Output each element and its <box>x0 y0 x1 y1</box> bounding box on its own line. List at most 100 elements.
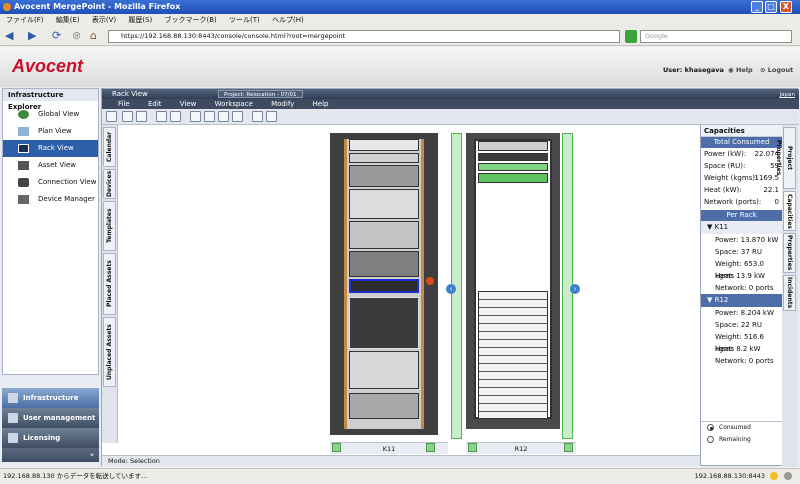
nav-label: Connection View <box>38 178 97 186</box>
rack-device[interactable] <box>478 173 548 183</box>
edit-icon[interactable] <box>122 111 133 122</box>
rack-device-blade-chassis[interactable] <box>478 291 548 419</box>
rv-menu-edit[interactable]: Edit <box>148 100 162 108</box>
rack-view-panel: Rack View Project: Relocation - 07/01 Ja… <box>101 88 799 467</box>
menu-edit[interactable]: 編集(E) <box>56 16 80 24</box>
rv-menu-workspace[interactable]: Workspace <box>215 100 253 108</box>
tab-project-properties[interactable]: Project Properties <box>775 127 796 189</box>
url-field[interactable]: https://192.168.88.130:8443/console/cons… <box>108 30 620 43</box>
rv-menu-file[interactable]: File <box>118 100 130 108</box>
accordion-licensing[interactable]: Licensing <box>2 428 99 448</box>
rv-menu-view[interactable]: View <box>180 100 197 108</box>
nav-label: Plan View <box>38 127 72 135</box>
rack-k11-prev-icon[interactable] <box>332 443 341 452</box>
rack-device[interactable] <box>349 153 419 163</box>
addon-icon[interactable] <box>784 472 792 480</box>
rack-device[interactable] <box>478 163 548 171</box>
pan-hand-icon[interactable] <box>266 111 277 122</box>
rack-device[interactable] <box>478 141 548 151</box>
tab-placed-assets[interactable]: Placed Assets <box>103 253 116 315</box>
tab-properties[interactable]: Properties <box>783 233 796 273</box>
help-label: Help <box>735 66 753 74</box>
menu-bookmarks[interactable]: ブックマーク(B) <box>165 16 217 24</box>
rack-r12-prev-icon[interactable] <box>468 443 477 452</box>
rack-k11-next-icon[interactable] <box>426 443 435 452</box>
status-text: 192.168.88.130 からデータを転送しています... <box>3 472 148 480</box>
nav-label: Rack View <box>38 144 74 152</box>
select-pointer-icon[interactable] <box>252 111 263 122</box>
rack-r12-next-icon[interactable] <box>564 443 573 452</box>
consumed-radio[interactable]: Consumed <box>701 422 783 434</box>
nav-asset-view[interactable]: Asset View <box>3 157 98 174</box>
previous-rack-arrow-icon[interactable]: ‹ <box>446 284 456 294</box>
remaining-radio[interactable]: Remaining <box>701 434 783 446</box>
go-button[interactable] <box>625 30 637 43</box>
per-rack-item: Heat: 13.9 kW <box>715 272 765 280</box>
rack-device[interactable] <box>349 351 419 389</box>
refresh-icon[interactable] <box>136 111 147 122</box>
rack-canvas[interactable]: ‹ › K11 R12 <box>118 125 700 454</box>
rv-menu-help[interactable]: Help <box>313 100 329 108</box>
rack-device[interactable] <box>349 189 419 219</box>
home-icon[interactable]: ⌂ <box>90 29 97 43</box>
selected-rack-device[interactable] <box>349 279 419 293</box>
new-document-icon[interactable] <box>106 111 117 122</box>
nav-rack-view[interactable]: Rack View <box>3 140 98 157</box>
lock-icon[interactable] <box>770 472 778 480</box>
rack-device[interactable] <box>349 393 419 419</box>
rack-device[interactable] <box>349 165 419 187</box>
rack-device[interactable] <box>349 297 419 349</box>
nav-plan-view[interactable]: Plan View <box>3 123 98 140</box>
per-rack-k11-header[interactable]: ▼ K11 <box>701 221 782 234</box>
project-badge[interactable]: Project: Relocation - 07/01 <box>218 90 303 98</box>
zoom-selection-icon[interactable] <box>232 111 243 122</box>
forward-arrow-icon[interactable]: ▶ <box>28 29 36 43</box>
nav-device-manager[interactable]: Device Manager <box>3 191 98 208</box>
zoom-in-icon[interactable] <box>190 111 201 122</box>
menu-tools[interactable]: ツール(T) <box>229 16 260 24</box>
capacities-panel: Capacities Total Consumed Power (kW): 22.… <box>700 125 783 465</box>
back-arrow-icon[interactable]: ◀ <box>5 29 13 43</box>
device-manager-icon <box>18 195 29 204</box>
total-label: Network (ports): <box>704 198 762 206</box>
rack-k11[interactable] <box>330 133 438 435</box>
rack-device[interactable] <box>478 153 548 161</box>
tab-calendar[interactable]: Calendar <box>103 127 116 167</box>
stop-icon[interactable]: ⊗ <box>72 29 81 43</box>
logout-link[interactable]: ⊙ Logout <box>760 66 793 74</box>
next-rack-arrow-icon[interactable]: › <box>570 284 580 294</box>
rv-menu-modify[interactable]: Modify <box>271 100 294 108</box>
zoom-fit-icon[interactable] <box>218 111 229 122</box>
rack-device[interactable] <box>349 139 419 151</box>
menu-help[interactable]: ヘルプ(H) <box>272 16 304 24</box>
tab-capacities[interactable]: Capacities <box>783 191 796 231</box>
warning-icon[interactable] <box>426 277 434 285</box>
menu-file[interactable]: ファイル(F) <box>6 16 44 24</box>
close-window-button[interactable]: X <box>780 1 792 13</box>
accordion-more-button[interactable]: » <box>2 448 99 462</box>
nav-global-view[interactable]: Global View <box>3 106 98 123</box>
tab-incidents[interactable]: Incidents <box>783 275 796 311</box>
menu-view[interactable]: 表示(V) <box>92 16 116 24</box>
zoom-out-icon[interactable] <box>204 111 215 122</box>
accordion-infrastructure-explorer[interactable]: Infrastructure Explo... <box>2 388 99 422</box>
rack-device[interactable] <box>349 251 419 277</box>
menu-history[interactable]: 履歴(S) <box>128 16 152 24</box>
rack-device[interactable] <box>349 221 419 249</box>
undo-icon[interactable] <box>156 111 167 122</box>
tab-unplaced-assets[interactable]: Unplaced Assets <box>103 317 116 387</box>
minimize-button[interactable]: _ <box>751 1 763 13</box>
search-field[interactable]: Google <box>640 30 792 43</box>
tab-devices[interactable]: Devices <box>103 169 116 199</box>
maximize-button[interactable]: □ <box>765 1 777 13</box>
total-label: Weight (kgms): <box>704 174 758 182</box>
redo-icon[interactable] <box>170 111 181 122</box>
reload-icon[interactable]: ⟳ <box>52 29 61 43</box>
help-link[interactable]: ◉ Help <box>728 66 753 74</box>
nav-connection-view[interactable]: Connection View <box>3 174 98 191</box>
rack-r12[interactable] <box>466 133 560 429</box>
app-header: Avocent User: khasegava ◉ Help ⊙ Logout <box>0 47 800 87</box>
per-rack-r12-header[interactable]: ▼ R12 <box>701 294 782 307</box>
accordion-user-management[interactable]: User management <box>2 408 99 428</box>
tab-templates[interactable]: Templates <box>103 201 116 251</box>
